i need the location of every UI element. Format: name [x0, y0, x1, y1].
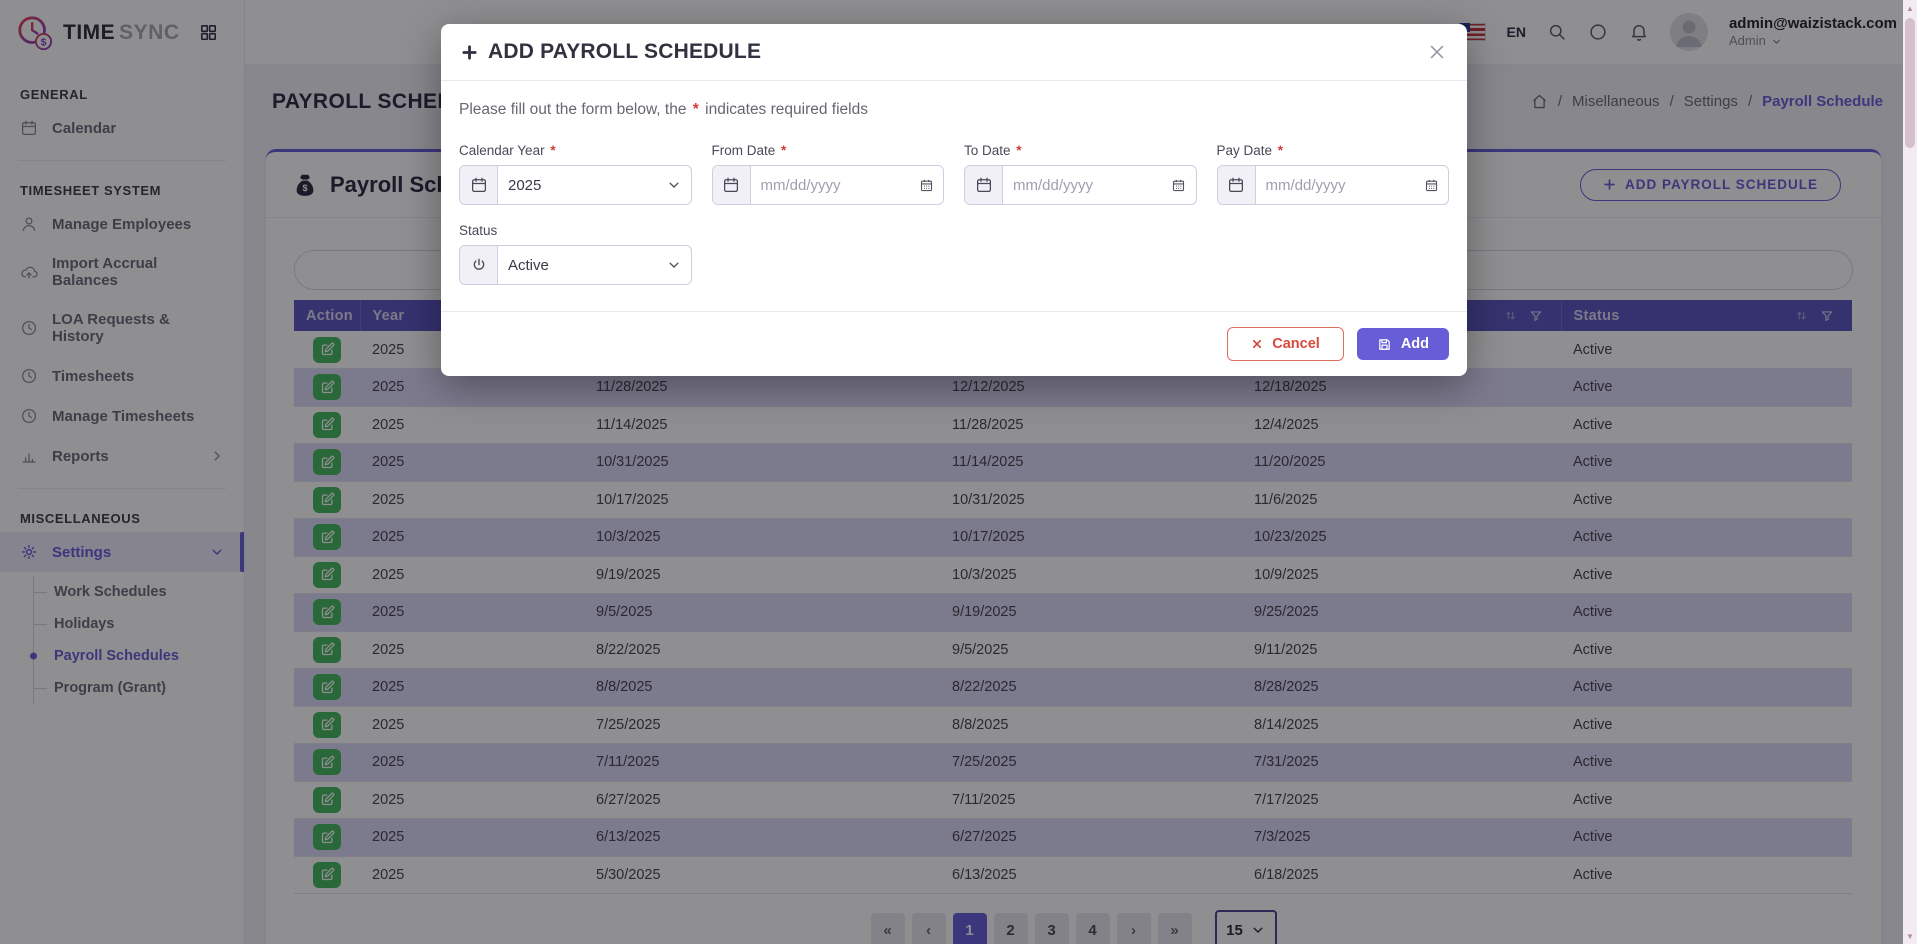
field-label: Status	[459, 223, 692, 238]
modal-header: ADD PAYROLL SCHEDULE	[441, 24, 1467, 81]
close-icon[interactable]	[1427, 42, 1447, 62]
vertical-scrollbar[interactable]: ▲ ▼	[1903, 0, 1917, 944]
field-label: To Date *	[964, 143, 1197, 158]
pay-date-placeholder: mm/dd/yyyy	[1256, 177, 1415, 194]
modal-title: ADD PAYROLL SCHEDULE	[488, 40, 761, 64]
cancel-button[interactable]: Cancel	[1227, 327, 1344, 361]
app-screen: $ TIMESYNC GENERALCalendarTIMESHEET SYST…	[0, 0, 1917, 944]
datepicker-icon[interactable]	[1414, 178, 1448, 193]
required-asterisk: *	[781, 143, 786, 158]
scroll-up-icon[interactable]: ▲	[1903, 1, 1917, 15]
form-instructions: Please fill out the form below, the * in…	[459, 101, 1449, 119]
datepicker-icon[interactable]	[1162, 178, 1196, 193]
from-date-placeholder: mm/dd/yyyy	[751, 177, 910, 194]
field-label: From Date *	[712, 143, 945, 158]
scrollbar-thumb[interactable]	[1905, 18, 1915, 148]
to-date-placeholder: mm/dd/yyyy	[1003, 177, 1162, 194]
required-asterisk: *	[1016, 143, 1021, 158]
scroll-down-icon[interactable]: ▼	[1903, 929, 1917, 943]
form-grid: Calendar Year * 2025 From Date * mm/dd/y…	[459, 143, 1449, 205]
to-date-input[interactable]: mm/dd/yyyy	[964, 165, 1197, 205]
add-payroll-schedule-modal: ADD PAYROLL SCHEDULE Please fill out the…	[441, 24, 1467, 376]
required-asterisk: *	[1278, 143, 1283, 158]
field-label: Pay Date *	[1217, 143, 1450, 158]
modal-title-row: ADD PAYROLL SCHEDULE	[461, 40, 761, 64]
field-label: Calendar Year *	[459, 143, 692, 158]
chevron-down-icon	[657, 258, 691, 272]
datepicker-icon[interactable]	[909, 178, 943, 193]
status-value: Active	[498, 257, 657, 274]
chevron-down-icon	[657, 178, 691, 192]
from-date-field: From Date * mm/dd/yyyy	[712, 143, 945, 205]
calendar-year-select[interactable]: 2025	[459, 165, 692, 205]
status-select[interactable]: Active	[459, 245, 692, 285]
calendar-icon	[713, 166, 751, 204]
from-date-input[interactable]: mm/dd/yyyy	[712, 165, 945, 205]
modal-footer: Cancel Add	[441, 312, 1467, 376]
status-field: Status Active	[459, 223, 692, 285]
pay-date-field: Pay Date * mm/dd/yyyy	[1217, 143, 1450, 205]
plus-icon	[461, 44, 478, 61]
calendar-icon	[460, 166, 498, 204]
add-button[interactable]: Add	[1357, 328, 1449, 360]
pay-date-input[interactable]: mm/dd/yyyy	[1217, 165, 1450, 205]
modal-body: Please fill out the form below, the * in…	[441, 81, 1467, 285]
calendar-icon	[965, 166, 1003, 204]
close-icon	[1251, 338, 1263, 350]
required-asterisk: *	[693, 101, 699, 118]
save-icon	[1377, 337, 1392, 352]
to-date-field: To Date * mm/dd/yyyy	[964, 143, 1197, 205]
power-icon	[460, 246, 498, 284]
calendar-year-value: 2025	[498, 177, 657, 194]
calendar-year-field: Calendar Year * 2025	[459, 143, 692, 205]
calendar-icon	[1218, 166, 1256, 204]
required-asterisk: *	[550, 143, 555, 158]
